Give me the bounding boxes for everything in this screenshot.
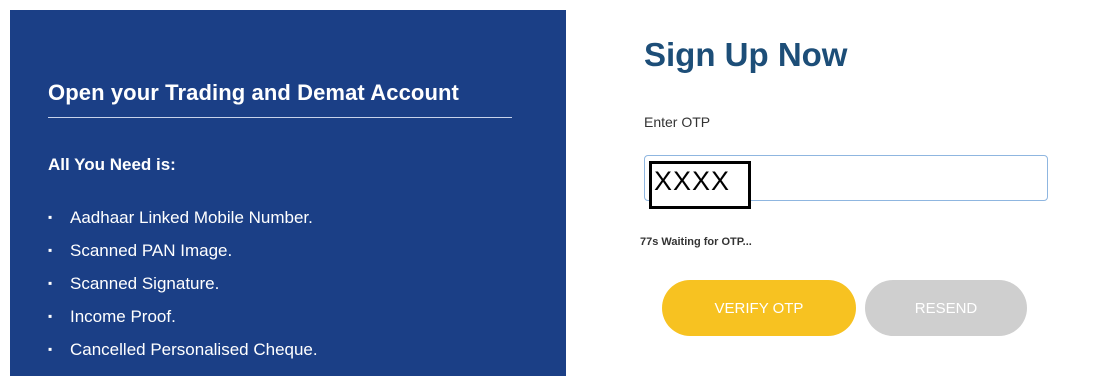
requirements-list: ▪ Aadhaar Linked Mobile Number. ▪ Scanned …: [48, 201, 318, 366]
requirement-label: Scanned Signature.: [70, 274, 220, 293]
otp-field-label: Enter OTP: [644, 114, 711, 130]
bullet-icon: ▪: [48, 276, 53, 290]
title-divider: [48, 117, 512, 118]
bullet-icon: ▪: [48, 243, 53, 257]
signup-form: Sign Up Now Enter OTP XXXX 77s Waiting f…: [566, 0, 1094, 376]
requirement-label: Scanned PAN Image.: [70, 241, 233, 260]
requirement-label: Cancelled Personalised Cheque.: [70, 340, 318, 359]
list-item: ▪ Aadhaar Linked Mobile Number.: [48, 201, 318, 234]
bullet-icon: ▪: [48, 309, 53, 323]
verify-otp-button[interactable]: VERIFY OTP: [662, 280, 856, 336]
requirements-panel: Open your Trading and Demat Account All …: [10, 10, 566, 376]
requirement-label: Income Proof.: [70, 307, 176, 326]
panel-title: Open your Trading and Demat Account: [48, 80, 459, 105]
list-item: ▪ Scanned Signature.: [48, 267, 318, 300]
list-item: ▪ Cancelled Personalised Cheque.: [48, 333, 318, 366]
list-item: ▪ Income Proof.: [48, 300, 318, 333]
requirement-label: Aadhaar Linked Mobile Number.: [70, 208, 313, 227]
otp-wait-status: 77s Waiting for OTP...: [640, 236, 752, 248]
page-title: Sign Up Now: [644, 36, 848, 73]
bullet-icon: ▪: [48, 342, 53, 356]
resend-button[interactable]: RESEND: [865, 280, 1027, 336]
list-item: ▪ Scanned PAN Image.: [48, 234, 318, 267]
bullet-icon: ▪: [48, 210, 53, 224]
otp-input-value[interactable]: XXXX: [649, 161, 751, 209]
panel-subtitle: All You Need is:: [48, 155, 176, 174]
